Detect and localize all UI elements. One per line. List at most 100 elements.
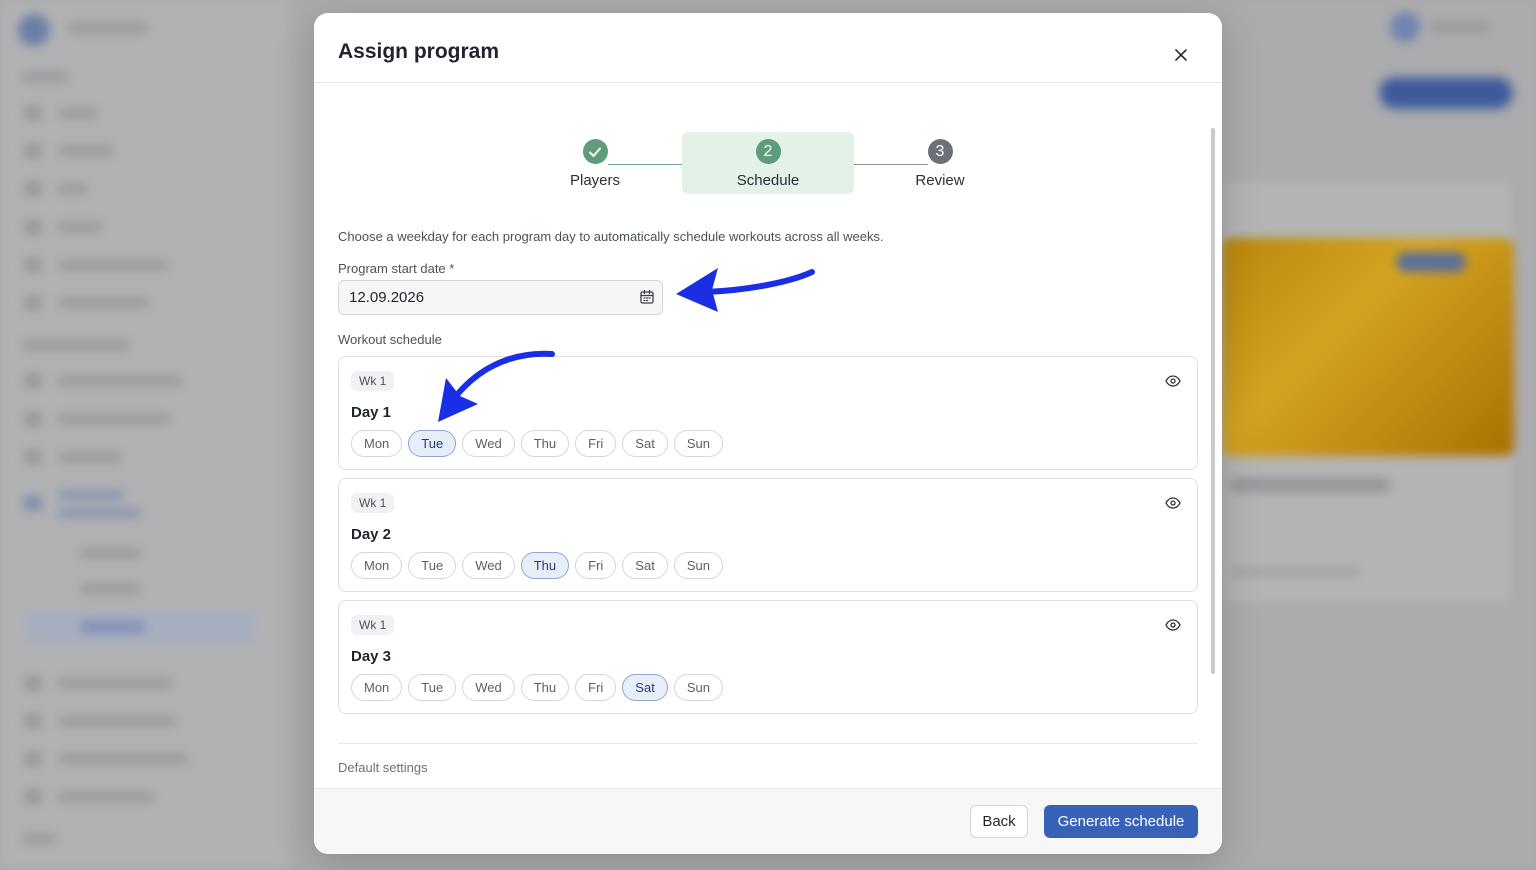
background-nav-line: [58, 108, 98, 118]
background-sidebar: [0, 0, 290, 870]
weekday-pill-sun[interactable]: Sun: [673, 674, 723, 701]
weekday-pill-wed[interactable]: Wed: [462, 430, 515, 457]
background-nav-icon: [24, 450, 42, 464]
background-nav-line: [58, 490, 124, 500]
weekday-selector: Mon Tue Wed Thu Fri Sat Sun: [351, 430, 723, 457]
step-players[interactable]: Players: [525, 139, 665, 189]
weekday-pill-sun[interactable]: Sun: [673, 430, 723, 457]
start-date-input[interactable]: 12.09.2026: [338, 280, 663, 315]
background-nav-icon: [24, 412, 42, 426]
modal-footer: Back Generate schedule: [314, 788, 1222, 854]
eye-icon[interactable]: [1165, 374, 1181, 388]
background-active-pill: [80, 620, 146, 634]
weekday-pill-fri[interactable]: Fri: [575, 552, 617, 579]
background-nav-line: [80, 584, 140, 594]
background-nav-icon: [24, 144, 42, 158]
background-nav-icon: [24, 106, 42, 120]
background-nav-icon: [24, 374, 42, 388]
start-date-label: Program start date *: [338, 261, 455, 276]
background-nav-line: [58, 678, 172, 688]
close-button[interactable]: [1170, 44, 1192, 66]
workout-schedule-label: Workout schedule: [338, 332, 442, 347]
assign-program-modal: Assign program Players 2 Schedule 3 Revi…: [314, 13, 1222, 854]
background-image-card: [1222, 238, 1514, 456]
calendar-icon[interactable]: [639, 289, 655, 305]
weekday-pill-sat[interactable]: Sat: [622, 430, 668, 457]
background-primary-button: [1382, 80, 1510, 106]
step-review[interactable]: 3 Review: [870, 139, 1010, 189]
background-nav-line: [58, 260, 168, 270]
modal-title: Assign program: [338, 40, 500, 63]
modal-body: Players 2 Schedule 3 Review Choose a wee…: [314, 84, 1222, 788]
day-card: Wk 1 Day 2 Mon Tue Wed Thu Fri Sat Sun: [338, 478, 1198, 592]
eye-icon[interactable]: [1165, 618, 1181, 632]
day-title: Day 3: [351, 648, 392, 665]
divider: [338, 743, 1198, 744]
weekday-pill-sat[interactable]: Sat: [622, 674, 668, 701]
background-nav-line: [80, 548, 142, 558]
weekday-pill-tue[interactable]: Tue: [408, 552, 457, 579]
default-settings-heading[interactable]: Default settings: [338, 760, 428, 775]
weekday-selector: Mon Tue Wed Thu Fri Sat Sun: [351, 552, 723, 579]
background-nav-line: [58, 792, 154, 802]
weekday-pill-sun[interactable]: Sun: [673, 552, 723, 579]
weekday-pill-fri[interactable]: Fri: [575, 674, 617, 701]
eye-icon[interactable]: [1165, 496, 1181, 510]
background-nav-icon: [24, 790, 42, 804]
background-nav-line: [58, 508, 140, 518]
back-button[interactable]: Back: [970, 805, 1028, 838]
step-label: Schedule: [736, 172, 800, 189]
day-card: Wk 1 Day 3 Mon Tue Wed Thu Fri Sat Sun: [338, 600, 1198, 714]
weekday-pill-mon[interactable]: Mon: [351, 674, 403, 701]
step-label: Players: [569, 172, 621, 189]
background-nav-line: [58, 184, 88, 194]
stepper: Players 2 Schedule 3 Review: [314, 84, 1222, 214]
background-nav-icon: [24, 296, 42, 310]
step-number: 3: [927, 139, 953, 164]
background-nav-line: [58, 298, 150, 308]
weekday-pill-wed[interactable]: Wed: [462, 552, 515, 579]
background-logo-text: [68, 22, 148, 34]
check-icon: [582, 139, 608, 164]
week-badge: Wk 1: [351, 615, 395, 635]
weekday-pill-tue[interactable]: Tue: [408, 430, 457, 457]
weekday-selector: Mon Tue Wed Thu Fri Sat Sun: [351, 674, 723, 701]
background-nav-icon: [24, 752, 42, 766]
background-card-subtitle: [1230, 568, 1360, 576]
background-nav-line: [58, 146, 114, 156]
weekday-pill-sat[interactable]: Sat: [622, 552, 668, 579]
background-nav-icon: [24, 714, 42, 728]
background-nav-icon: [24, 258, 42, 272]
step-schedule[interactable]: 2 Schedule: [698, 139, 838, 189]
day-title: Day 2: [351, 526, 392, 543]
weekday-pill-thu[interactable]: Thu: [520, 674, 570, 701]
weekday-pill-mon[interactable]: Mon: [351, 552, 403, 579]
week-badge: Wk 1: [351, 493, 395, 513]
weekday-pill-thu[interactable]: Thu: [520, 430, 570, 457]
background-nav-line: [58, 376, 182, 386]
generate-schedule-button[interactable]: Generate schedule: [1044, 805, 1198, 838]
week-badge: Wk 1: [351, 371, 395, 391]
step-number: 2: [755, 139, 781, 164]
background-nav-line: [58, 716, 176, 726]
background-nav-icon: [24, 220, 42, 234]
background-nav-icon: [24, 182, 42, 196]
background-nav-icon: [24, 496, 42, 510]
weekday-pill-thu[interactable]: Thu: [520, 552, 570, 579]
step-label: Review: [915, 172, 965, 189]
background-card-pill: [1396, 252, 1466, 272]
modal-header: Assign program: [314, 13, 1222, 83]
background-nav-icon: [24, 676, 42, 690]
weekday-pill-fri[interactable]: Fri: [575, 430, 617, 457]
day-card: Wk 1 Day 1 Mon Tue Wed Thu Fri Sat Sun: [338, 356, 1198, 470]
close-icon: [1175, 49, 1187, 61]
weekday-pill-tue[interactable]: Tue: [408, 674, 457, 701]
intro-text: Choose a weekday for each program day to…: [338, 229, 884, 244]
weekday-pill-mon[interactable]: Mon: [351, 430, 403, 457]
background-user-name: [1430, 22, 1490, 32]
background-nav-line: [22, 72, 68, 82]
background-nav-line: [22, 834, 56, 844]
background-nav-line: [58, 754, 188, 764]
background-nav-line: [58, 222, 102, 232]
weekday-pill-wed[interactable]: Wed: [462, 674, 515, 701]
